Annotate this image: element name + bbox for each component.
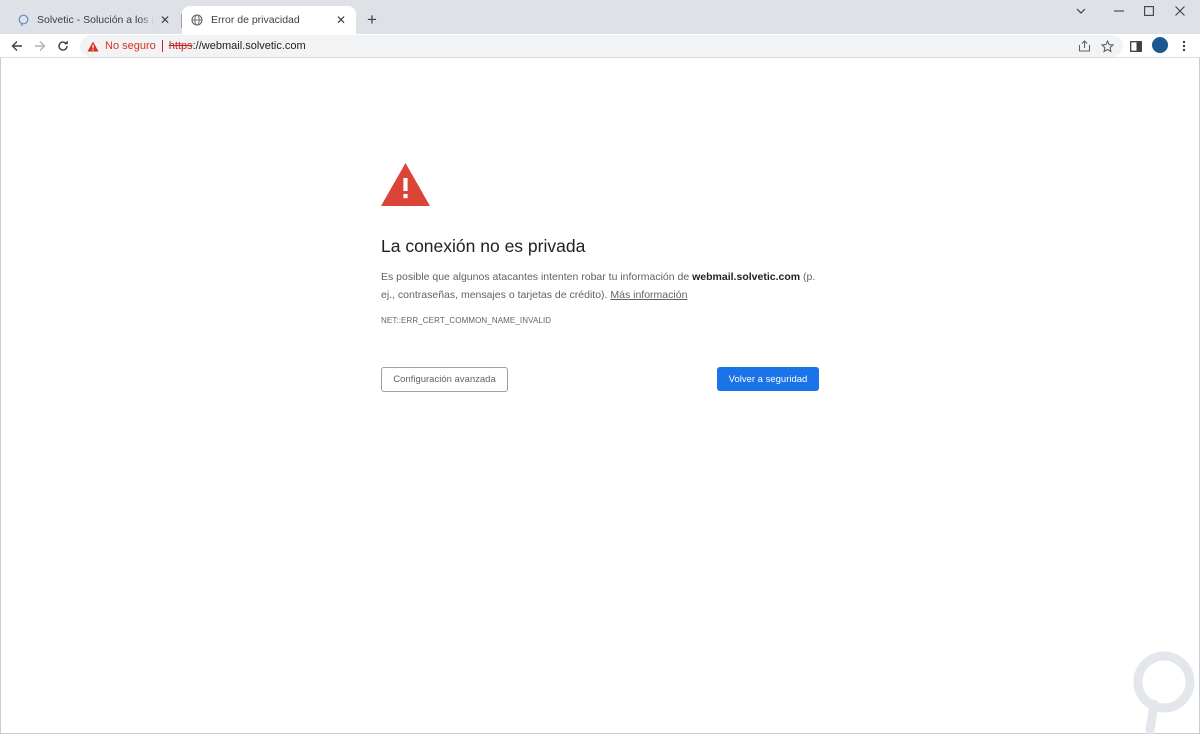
globe-icon — [190, 13, 204, 27]
reload-icon[interactable] — [52, 35, 74, 57]
share-icon[interactable] — [1076, 38, 1092, 54]
chevron-down-icon[interactable] — [1063, 0, 1099, 22]
tab-solvetic[interactable]: Solvetic - Solución a los problemas ✕ — [8, 6, 180, 34]
toolbar: No seguro https ://webmail.solvetic.com — [0, 34, 1200, 58]
url-host: ://webmail.solvetic.com — [192, 40, 306, 52]
window-border-left — [0, 58, 1, 734]
tab-strip: Solvetic - Solución a los problemas ✕ Er… — [0, 0, 1200, 34]
solvetic-icon — [16, 13, 30, 27]
address-bar[interactable]: No seguro https ://webmail.solvetic.com — [80, 35, 1123, 57]
explanation-paragraph: Es posible que algunos atacantes intente… — [381, 269, 831, 304]
forward-arrow-icon[interactable] — [29, 35, 51, 57]
side-panel-icon[interactable] — [1127, 37, 1145, 55]
back-arrow-icon[interactable] — [6, 35, 28, 57]
close-icon[interactable] — [1162, 0, 1198, 22]
tab-title: Solvetic - Solución a los problemas — [37, 14, 154, 26]
more-menu-icon[interactable] — [1175, 37, 1193, 55]
close-icon[interactable]: ✕ — [334, 13, 348, 27]
error-code[interactable]: NET::ERR_CERT_COMMON_NAME_INVALID — [381, 316, 551, 325]
security-status-label[interactable]: No seguro — [105, 40, 156, 52]
profile-avatar[interactable] — [1152, 37, 1168, 53]
privacy-warning-icon — [381, 163, 430, 206]
main-heading: La conexión no es privada — [381, 236, 586, 256]
tab-title: Error de privacidad — [211, 14, 300, 26]
domain-name: webmail.solvetic.com — [692, 271, 801, 283]
back-to-safety-button[interactable]: Volver a seguridad — [717, 367, 819, 391]
new-tab-button[interactable]: + — [362, 10, 382, 30]
learn-more-link[interactable]: Más información — [610, 289, 687, 301]
solvetic-watermark-logo — [1133, 651, 1195, 734]
security-divider — [161, 40, 163, 52]
warning-triangle-icon[interactable] — [87, 41, 99, 52]
url-scheme: https — [168, 40, 193, 52]
tab-error-privacidad[interactable]: Error de privacidad ✕ — [182, 6, 356, 34]
close-icon[interactable]: ✕ — [158, 13, 172, 27]
explanation-text: Es posible que algunos atacantes intente… — [381, 271, 693, 283]
bookmark-star-icon[interactable] — [1099, 38, 1115, 54]
advanced-settings-button[interactable]: Configuración avanzada — [381, 367, 508, 392]
